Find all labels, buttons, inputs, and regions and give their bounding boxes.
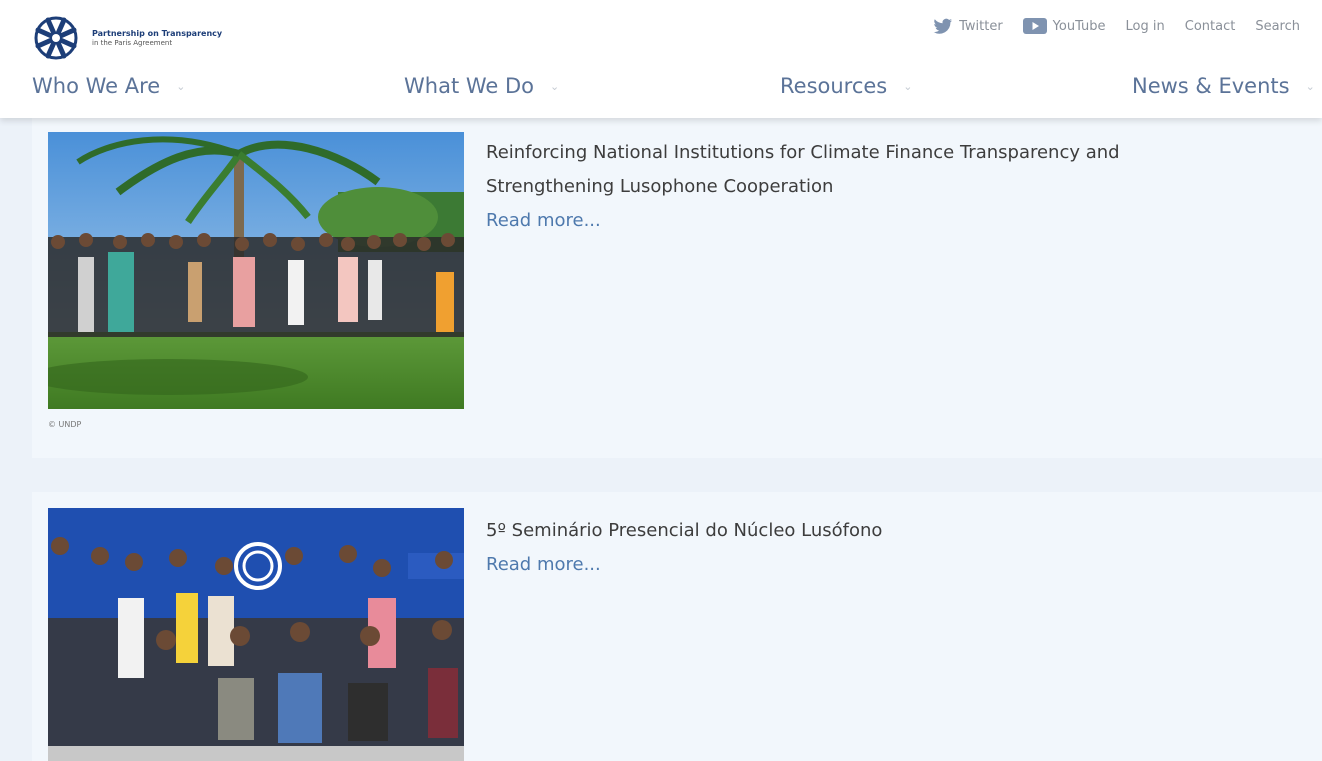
contact-link[interactable]: Contact bbox=[1185, 19, 1236, 34]
nav-what-we-do[interactable]: What We Do ⌄ bbox=[404, 74, 559, 98]
chevron-down-icon: ⌄ bbox=[176, 79, 186, 93]
youtube-link[interactable]: YouTube bbox=[1022, 18, 1106, 34]
news-info: 5º Seminário Presencial do Núcleo Lusófo… bbox=[486, 514, 1246, 582]
news-photo[interactable] bbox=[48, 132, 464, 409]
site-logo[interactable]: Partnership on Transparency in the Paris… bbox=[30, 12, 222, 64]
read-more-link[interactable]: Read more... bbox=[486, 548, 601, 582]
twitter-link[interactable]: Twitter bbox=[933, 18, 1003, 34]
main-nav: Who We Are ⌄ What We Do ⌄ Resources ⌄ Ne… bbox=[0, 74, 1322, 104]
utility-links: Twitter YouTube Log in Contact Search bbox=[913, 18, 1300, 34]
nav-label: Who We Are bbox=[32, 74, 161, 98]
read-more-link[interactable]: Read more... bbox=[486, 204, 601, 238]
site-header: Partnership on Transparency in the Paris… bbox=[0, 0, 1322, 118]
nav-label: What We Do bbox=[404, 74, 534, 98]
login-link[interactable]: Log in bbox=[1126, 19, 1165, 34]
brand-title: Partnership on Transparency bbox=[92, 29, 223, 39]
news-card: © UNDP Reinforcing National Institutions… bbox=[32, 118, 1322, 458]
group-photo-image bbox=[48, 132, 464, 409]
search-link[interactable]: Search bbox=[1255, 19, 1300, 34]
nav-label: Resources bbox=[780, 74, 888, 98]
chevron-down-icon: ⌄ bbox=[550, 79, 560, 93]
youtube-label: YouTube bbox=[1052, 18, 1106, 34]
nav-label: News & Events bbox=[1132, 74, 1290, 98]
nav-news-events[interactable]: News & Events ⌄ bbox=[1132, 74, 1315, 98]
news-card: 5º Seminário Presencial do Núcleo Lusófo… bbox=[32, 492, 1322, 761]
news-title[interactable]: 5º Seminário Presencial do Núcleo Lusófo… bbox=[486, 514, 1246, 548]
chevron-down-icon: ⌄ bbox=[903, 79, 913, 93]
news-info: Reinforcing National Institutions for Cl… bbox=[486, 136, 1246, 238]
photo-credit: © UNDP bbox=[48, 420, 82, 429]
twitter-icon bbox=[933, 18, 953, 34]
nav-who-we-are[interactable]: Who We Are ⌄ bbox=[32, 74, 185, 98]
nav-resources[interactable]: Resources ⌄ bbox=[780, 74, 912, 98]
chevron-down-icon: ⌄ bbox=[1305, 79, 1315, 93]
youtube-icon bbox=[1022, 18, 1047, 34]
news-photo[interactable] bbox=[48, 508, 464, 761]
brand-subtitle: in the Paris Agreement bbox=[92, 38, 173, 47]
news-title[interactable]: Reinforcing National Institutions for Cl… bbox=[486, 136, 1246, 204]
globe-network-logo-icon bbox=[34, 16, 78, 60]
group-photo-image bbox=[48, 508, 464, 761]
twitter-label: Twitter bbox=[959, 18, 1003, 34]
news-list: © UNDP Reinforcing National Institutions… bbox=[0, 118, 1322, 761]
